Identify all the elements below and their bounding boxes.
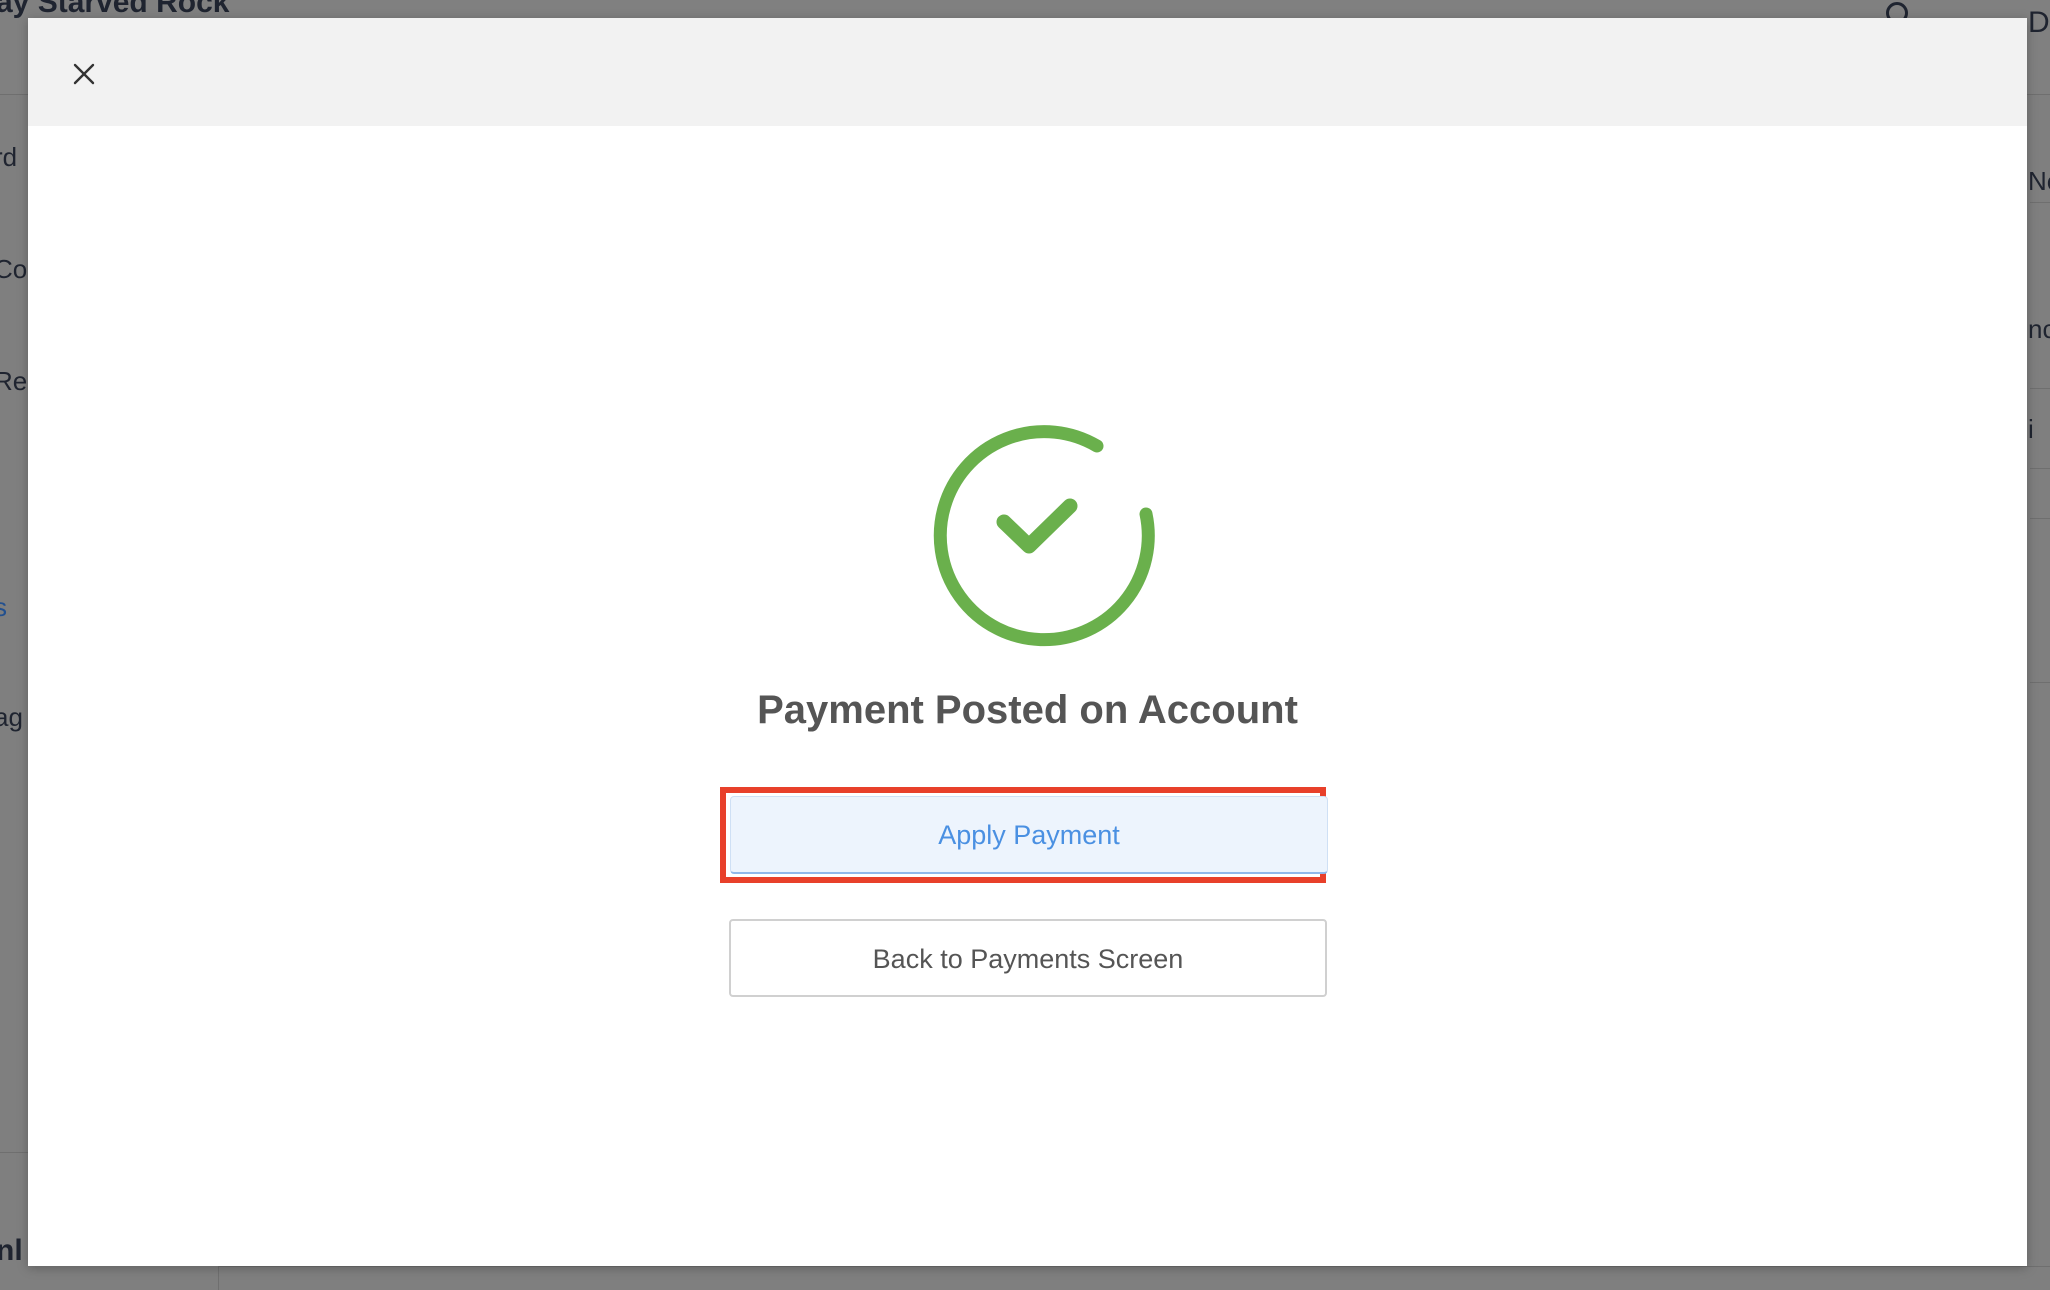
background-divider [218,1266,219,1290]
background-divider [218,1266,2050,1267]
background-bottom-label: nl [0,1234,23,1267]
back-to-payments-button[interactable]: Back to Payments Screen [729,919,1327,997]
background-sidebar-item: ag [0,702,23,732]
close-button[interactable] [68,58,100,90]
background-divider [2030,518,2050,519]
background-divider [2030,388,2050,389]
background-divider [2030,682,2050,683]
background-right-fragment: i [2028,414,2034,444]
background-sidebar-link: s [0,592,7,622]
check-circle-icon [933,425,1155,647]
background-sidebar-item: Re [0,366,28,396]
background-sidebar-item: rd [0,142,18,172]
modal-title: Payment Posted on Account [757,688,1298,732]
background-divider [2030,468,2050,469]
background-sidebar-item: Co [0,254,28,284]
apply-payment-button[interactable]: Apply Payment [730,796,1328,874]
background-divider [2030,202,2050,203]
close-icon [73,63,95,85]
background-hotel-name: ay Starved Rock [0,0,230,19]
background-right-fragment: Ne [2028,166,2050,196]
payment-success-modal: Payment Posted on Account Apply Payment … [28,18,2027,1266]
background-divider [0,1152,30,1153]
background-right-fragment: nc [2028,314,2050,344]
modal-header [28,18,2027,126]
background-user-initial: D [2028,6,2050,39]
